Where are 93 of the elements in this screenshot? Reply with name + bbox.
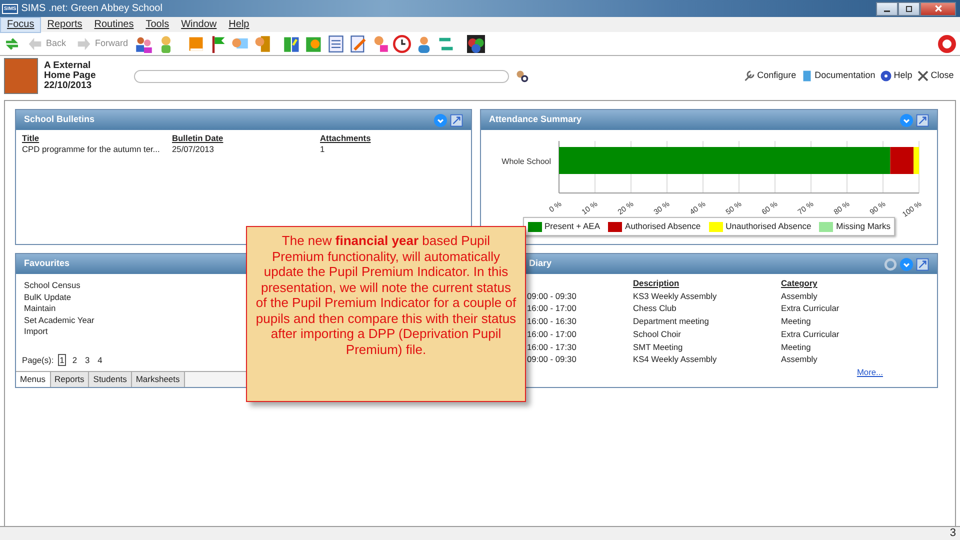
page-link[interactable]: 3 [83,354,92,366]
header-link[interactable]: Help [880,69,912,83]
table-cell-text: Meeting [781,340,812,354]
wrench-icon [743,70,756,82]
table-cell-text: 16:00 - 16:30 [527,315,578,328]
category-label: Whole School [502,157,551,166]
maximize-icon [905,4,913,12]
refresh-arrows-icon[interactable] [4,36,20,52]
table-cell-text: SMT Meeting [633,340,684,354]
tab[interactable]: Menus [16,372,51,387]
table-cell-text: 25/07/2013 [172,144,215,155]
expand-icon[interactable] [916,114,929,126]
clock-icon[interactable] [393,34,412,52]
table-cell-text: 16:00 - 17:30 [527,340,578,354]
people-icon[interactable] [135,34,154,52]
table-cell-text: Extra Curricular [781,328,840,341]
close-button[interactable] [920,2,956,16]
favourite-link[interactable]: School Census [24,280,80,292]
dropdown-icon[interactable] [434,114,447,126]
dropdown-icon[interactable] [900,114,913,126]
panel-title: School Bulletins [24,113,95,126]
table-cell-text: Department meeting [633,315,710,328]
close-icon [916,70,929,82]
table-cell-text: KS4 Weekly Assembly [633,353,718,366]
table-cell-text: 1 [320,144,326,155]
legend-label: Unauthorised Absence [726,221,812,231]
minimize-button[interactable] [876,2,898,16]
more-link[interactable]: More... [856,366,883,377]
table-cell-text: 09:00 - 09:30 [527,290,578,302]
table-cell-text: 16:00 - 17:00 [527,328,578,341]
header-text: A External [44,61,92,71]
pages-label: Page(s): [22,354,54,366]
header-link[interactable]: Documentation [800,69,876,83]
search-field[interactable] [134,70,509,82]
group-icon[interactable] [467,34,486,52]
table-cell-text: School Choir [633,328,682,341]
panel-title: Attendance Summary [489,113,582,126]
right-arrow-icon [76,36,92,50]
dropdown-icon[interactable] [900,258,913,270]
page-link[interactable]: 4 [96,354,104,366]
page-link[interactable]: 1 [58,354,66,366]
column-header[interactable]: Bulletin Date [172,133,320,144]
column-header[interactable]: Description [633,277,781,290]
close-icon [934,4,942,13]
menu-item[interactable]: Help [222,18,256,32]
menu-item[interactable]: Routines [88,18,140,32]
table-cell-text: CPD programme for the autumn ter... [22,144,161,155]
legend-label: Present + AEA [544,221,600,231]
pencil-sheet-icon[interactable] [349,34,368,52]
school-crest [4,58,38,94]
maximize-button[interactable] [898,2,920,16]
header-link[interactable]: Close [916,69,954,83]
table-cell-text: Assembly [781,290,818,302]
favourite-link[interactable]: Import [24,326,48,338]
panel-title: Favourites [24,257,70,270]
table-cell-text: 09:00 - 09:30 [527,353,578,366]
table-cell-text: Assembly [781,353,818,366]
favourite-link[interactable]: BulK Update [24,292,72,303]
menu-item[interactable]: Window [175,18,223,32]
column-header[interactable]: Category [781,277,901,290]
document-icon [800,70,813,82]
table-cell-text: Extra Curricular [781,302,840,316]
tab[interactable]: Reports [50,372,90,387]
menu-item[interactable]: Reports [41,18,88,32]
panel-title: Diary [529,257,552,270]
header-text: 22/10/2013 [44,81,93,91]
window-title: SIMS .net: Green Abbey School [21,2,162,16]
legend-label: Authorised Absence [625,221,701,231]
menu-item[interactable]: Tools [140,18,176,32]
chart-book-icon[interactable] [283,34,302,52]
lifebuoy-icon[interactable] [938,34,956,52]
expand-icon[interactable] [450,114,463,126]
tab[interactable]: Marksheets [132,372,185,387]
expand-icon[interactable] [916,258,929,270]
table-cell-text: 16:00 - 17:00 [527,302,578,316]
header-link[interactable]: Configure [743,69,796,83]
tab[interactable]: Students [89,372,132,387]
table-cell-text: Chess Club [633,302,678,316]
help-icon [880,70,892,82]
sheet-icon[interactable] [327,34,346,52]
page-link[interactable]: 2 [70,354,79,366]
menu-item[interactable]: Focus [0,16,42,32]
table-cell-text: Meeting [781,315,812,328]
favourite-link[interactable]: Set Academic Year [24,314,94,326]
slide-number: 3 [950,526,956,540]
column-header[interactable]: Title [22,133,172,144]
legend-label: Missing Marks [836,221,890,231]
favourite-link[interactable]: Maintain [24,303,56,314]
header-text: Home Page [44,71,96,81]
left-arrow-icon [27,36,43,50]
column-header[interactable]: Attachments [320,133,440,144]
table-cell-text: KS3 Weekly Assembly [633,290,718,302]
callout-note: The new financial year based Pupil Premium functionality, will automatically update the Pupil Premium Indicator. In this presentation, we will note the current status of the Pupil Premium Indicator for a couple of pupils and then compare this with their status after importing a DPP (Deprivation Pupil Premium) file. [246,226,526,402]
